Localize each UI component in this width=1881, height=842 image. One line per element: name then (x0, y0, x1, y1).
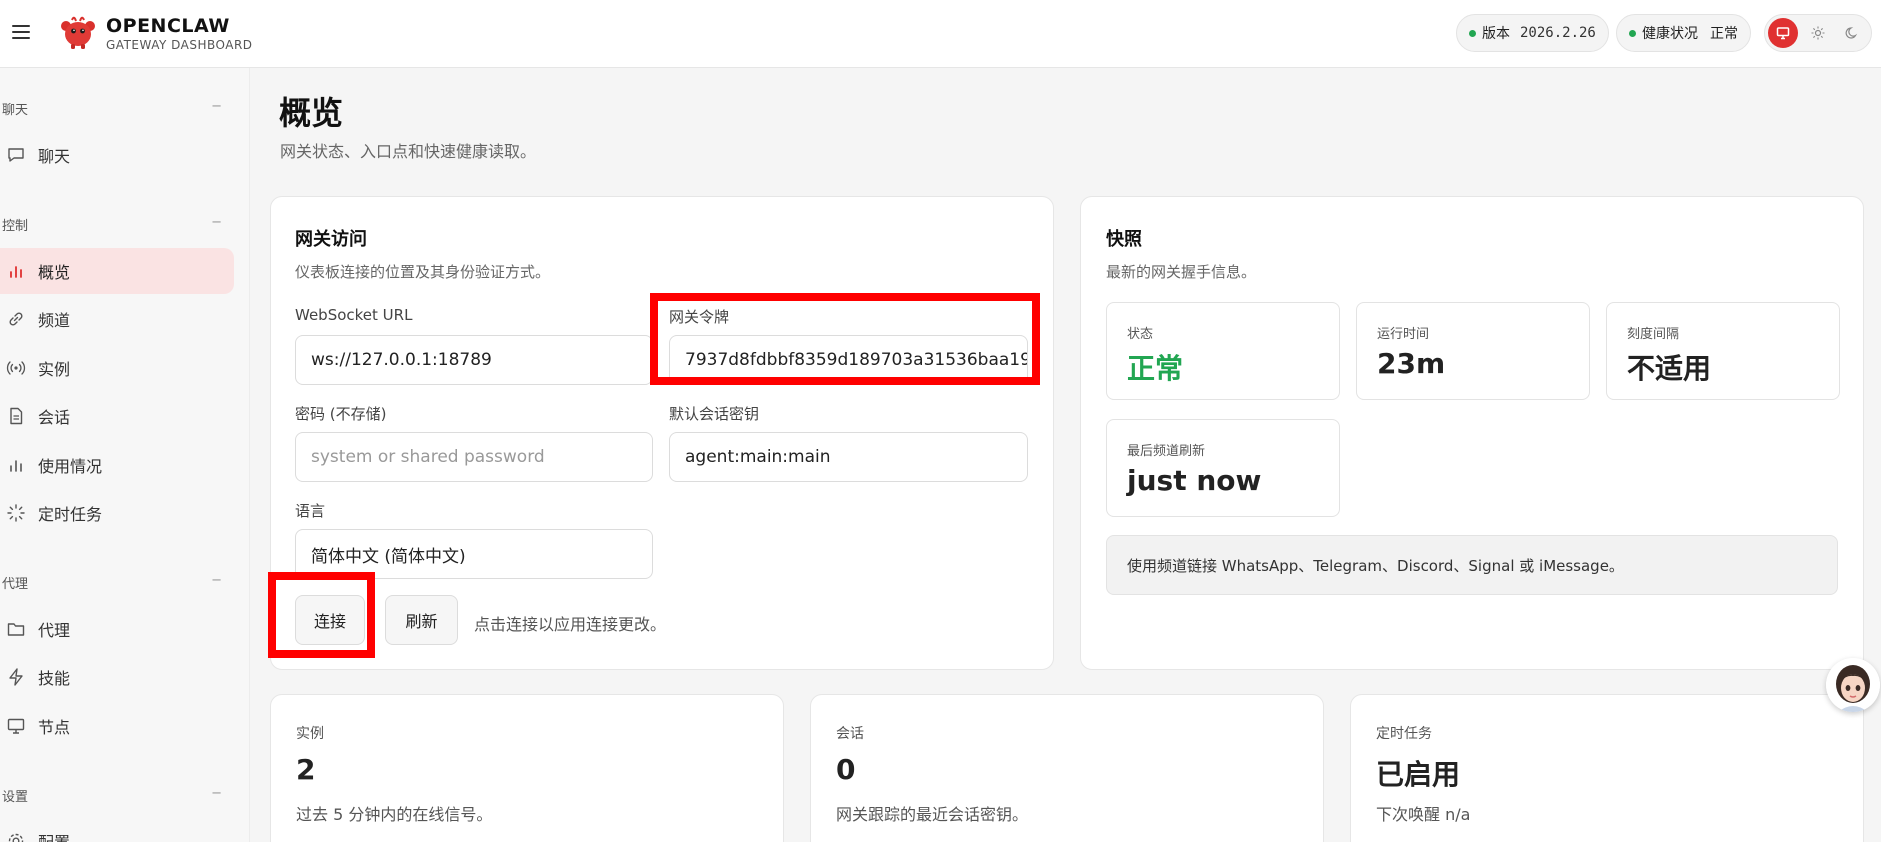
dark-theme-button[interactable] (1837, 18, 1867, 48)
stat-status: 状态 正常 (1106, 302, 1340, 400)
version-pill: 版本 2026.2.26 (1456, 14, 1609, 52)
document-icon (10, 407, 23, 425)
hamburger-menu-icon[interactable] (10, 20, 34, 44)
moon-icon (1845, 27, 1858, 39)
instances-card: 实例 2 过去 5 分钟内的在线信号。 (270, 694, 784, 842)
session-key-label: 默认会话密钥 (669, 405, 760, 423)
monitor-icon (1776, 27, 1790, 40)
status-value: 正常 (1127, 352, 1184, 385)
password-label: 密码 (不存储) (295, 405, 387, 423)
sidebar-item-usage[interactable]: 使用情况 (0, 442, 234, 488)
radio-icon (6, 361, 26, 375)
sidebar-item-cron[interactable]: 定时任务 (0, 490, 234, 536)
collapse-icon[interactable]: − (211, 99, 222, 114)
sidebar-item-skills[interactable]: 技能 (0, 654, 234, 700)
refresh-button[interactable]: 刷新 (385, 595, 458, 645)
version-value: 2026.2.26 (1520, 25, 1596, 41)
sidebar-section-control[interactable]: 控制 − (2, 215, 222, 234)
snapshot-desc: 最新的网关握手信息。 (1106, 263, 1257, 281)
sidebar-section-settings[interactable]: 设置 − (2, 786, 222, 805)
sidebar-section-chat[interactable]: 聊天 − (2, 99, 222, 118)
sidebar: 聊天 − 聊天 控制 − 概览 频道 实例 会话 使用情况 定时任务 代理 − 代理 … (0, 68, 250, 842)
tick-interval-value: 不适用 (1627, 352, 1712, 385)
language-label: 语言 (295, 502, 326, 520)
health-value: 正常 (1710, 26, 1738, 42)
snapshot-title: 快照 (1106, 229, 1142, 250)
link-icon (9, 312, 23, 326)
websocket-url-input[interactable]: ws://127.0.0.1:18789 (295, 335, 653, 385)
instances-count: 2 (296, 753, 316, 786)
folder-icon (7, 623, 25, 636)
cron-status: 已启用 (1376, 758, 1461, 791)
cron-card: 定时任务 已启用 下次唤醒 n/a (1350, 694, 1864, 842)
status-dot-icon (1469, 29, 1476, 37)
stat-uptime: 运行时间 23m (1356, 302, 1590, 400)
sidebar-item-agents[interactable]: 代理 (0, 606, 234, 652)
light-theme-button[interactable] (1803, 18, 1833, 48)
sidebar-item-channels[interactable]: 频道 (0, 296, 234, 342)
sidebar-item-sessions[interactable]: 会话 (0, 393, 234, 439)
loader-icon (7, 504, 25, 522)
app-subtitle: GATEWAY DASHBOARD (106, 38, 253, 52)
uptime-value: 23m (1377, 347, 1446, 380)
app-title: OPENCLAW (106, 15, 230, 37)
bar-chart-icon (10, 266, 22, 278)
sidebar-item-chat[interactable]: 聊天 (0, 132, 234, 178)
channel-notice: 使用频道链接 WhatsApp、Telegram、Discord、Signal … (1106, 535, 1838, 595)
page-subtitle: 网关状态、入口点和快速健康读取。 (280, 142, 537, 161)
connect-hint: 点击连接以应用连接更改。 (474, 615, 667, 634)
status-dot-icon (1629, 29, 1636, 37)
password-input[interactable]: system or shared password (295, 432, 653, 482)
health-label: 健康状况 (1642, 26, 1698, 42)
connect-highlight-box (268, 572, 375, 658)
token-highlight-box (650, 293, 1040, 385)
version-label: 版本 (1482, 26, 1510, 42)
monitor-icon (7, 718, 25, 734)
chat-icon (8, 148, 24, 162)
page-title: 概览 (279, 94, 344, 132)
top-bar: OPENCLAW GATEWAY DASHBOARD 版本 2026.2.26 … (0, 0, 1881, 68)
last-refresh-value: just now (1127, 464, 1262, 497)
sidebar-section-agents[interactable]: 代理 − (2, 573, 222, 592)
assistant-avatar-icon (1826, 658, 1880, 712)
sessions-card: 会话 0 网关跟踪的最近会话密钥。 (810, 694, 1324, 842)
sidebar-item-instances[interactable]: 实例 (0, 345, 234, 391)
collapse-icon[interactable]: − (211, 573, 222, 588)
bar-chart-icon (10, 460, 22, 472)
gateway-access-desc: 仪表板连接的位置及其身份验证方式。 (295, 263, 551, 281)
gateway-access-title: 网关访问 (295, 229, 367, 250)
settings-icon (8, 833, 24, 842)
health-pill: 健康状况 正常 (1616, 14, 1751, 52)
theme-switcher (1764, 14, 1872, 52)
sessions-count: 0 (836, 753, 856, 786)
openclaw-logo (61, 16, 95, 49)
stat-tick-interval: 刻度间隔 不适用 (1606, 302, 1840, 400)
websocket-url-label: WebSocket URL (295, 306, 413, 324)
sidebar-item-overview[interactable]: 概览 (0, 248, 234, 294)
sidebar-item-nodes[interactable]: 节点 (0, 703, 234, 749)
collapse-icon[interactable]: − (211, 786, 222, 801)
lightning-icon (9, 668, 23, 686)
session-key-input[interactable]: agent:main:main (669, 432, 1028, 482)
stat-last-channel-refresh: 最后频道刷新 just now (1106, 419, 1340, 517)
sidebar-item-config[interactable]: 配置 (0, 818, 234, 842)
collapse-icon[interactable]: − (211, 215, 222, 230)
system-theme-button[interactable] (1768, 18, 1798, 48)
sun-icon (1811, 26, 1825, 40)
assistant-avatar[interactable] (1826, 658, 1880, 712)
